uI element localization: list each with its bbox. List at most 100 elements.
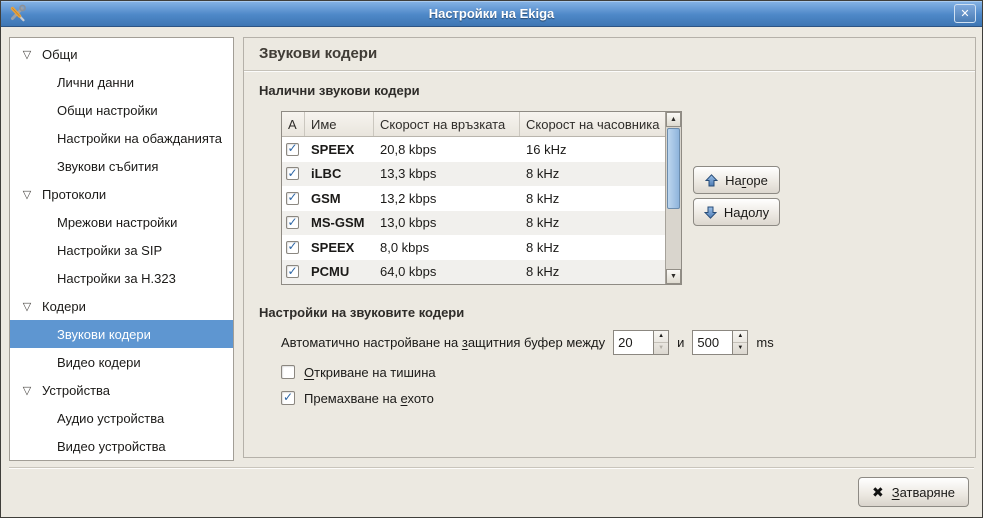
close-x-icon: ✖ — [872, 484, 884, 501]
column-header-bitrate[interactable]: Скорост на връзката — [374, 112, 520, 136]
check-icon: ✓ — [287, 265, 297, 277]
sidebar-item[interactable]: Видео кодери — [10, 348, 233, 376]
column-header-name[interactable]: Име — [305, 112, 374, 136]
spin-up-icon[interactable]: ▲ — [733, 331, 747, 343]
silence-detection-checkbox[interactable]: ✓ — [281, 365, 295, 379]
jitter-buffer-row: Автоматично настройване на защитния буфе… — [281, 329, 774, 355]
close-button[interactable]: ✖ Затваряне — [858, 477, 969, 507]
scrollbar-up-icon[interactable]: ▲ — [666, 112, 681, 127]
sidebar-item-label: Кодери — [42, 299, 86, 314]
codec-clockrate: 8 kHz — [520, 264, 665, 279]
page-title: Звукови кодери — [244, 38, 975, 71]
sidebar-item[interactable]: Видео устройства — [10, 432, 233, 460]
table-scrollbar[interactable]: ▲ ▼ — [665, 112, 681, 284]
column-header-active[interactable]: А — [282, 112, 305, 136]
sidebar-item-label: Протоколи — [42, 187, 106, 202]
codec-name: iLBC — [305, 166, 374, 181]
sidebar-item-label: Лични данни — [57, 75, 134, 90]
jitter-buffer-label: Автоматично настройване на защитния буфе… — [281, 335, 605, 350]
sidebar-tree: ▽ Общи Лични данни Общи настройки Настро… — [9, 37, 234, 461]
expander-triangle-icon[interactable]: ▽ — [20, 188, 34, 201]
codec-enabled-checkbox[interactable]: ✓ — [286, 265, 299, 278]
codec-bitrate: 20,8 kbps — [374, 142, 520, 157]
codec-bitrate: 64,0 kbps — [374, 264, 520, 279]
sidebar-item-label: Настройки за H.323 — [57, 271, 176, 286]
sidebar-item[interactable]: Общи настройки — [10, 96, 233, 124]
check-icon: ✓ — [287, 143, 297, 155]
sidebar-item[interactable]: ▽ Общи — [10, 40, 233, 68]
table-row[interactable]: ✓ MS-GSM 13,0 kbps 8 kHz — [282, 211, 665, 236]
expander-triangle-icon[interactable]: ▽ — [20, 48, 34, 61]
codec-name: MS-GSM — [305, 215, 374, 230]
jitter-min-value[interactable]: 20 — [614, 331, 653, 354]
sidebar-item[interactable]: Лични данни — [10, 68, 233, 96]
sidebar-item[interactable]: Мрежови настройки — [10, 208, 233, 236]
codec-bitrate: 8,0 kbps — [374, 240, 520, 255]
spin-up-icon[interactable]: ▲ — [654, 331, 668, 343]
table-body: ✓ SPEEX 20,8 kbps 16 kHz ✓ iLBC 13,3 kbp… — [282, 137, 665, 284]
sidebar-item[interactable]: Звукови събития — [10, 152, 233, 180]
move-down-button[interactable]: Надолу — [693, 198, 780, 226]
column-header-clockrate[interactable]: Скорост на часовника — [520, 112, 665, 136]
check-icon: ✓ — [287, 192, 297, 204]
scrollbar-down-icon[interactable]: ▼ — [666, 269, 681, 284]
check-icon: ✓ — [283, 391, 293, 403]
check-icon: ✓ — [287, 216, 297, 228]
scrollbar-thumb[interactable] — [667, 128, 680, 209]
sidebar-item-label: Видео устройства — [57, 439, 166, 454]
jitter-max-spinbox[interactable]: 500 ▲ ▼ — [692, 330, 748, 355]
sidebar-item-label: Общи настройки — [57, 103, 158, 118]
codec-enabled-checkbox[interactable]: ✓ — [286, 241, 299, 254]
codec-enabled-checkbox[interactable]: ✓ — [286, 192, 299, 205]
table-row[interactable]: ✓ SPEEX 8,0 kbps 8 kHz — [282, 235, 665, 260]
spin-down-icon[interactable]: ▼ — [654, 343, 668, 354]
sidebar-item[interactable]: ▽ Протоколи — [10, 180, 233, 208]
sidebar-item[interactable]: ▽ Кодери — [10, 292, 233, 320]
codec-enabled-checkbox[interactable]: ✓ — [286, 143, 299, 156]
spin-down-icon[interactable]: ▼ — [733, 343, 747, 354]
sidebar-item-label: Звукови кодери — [57, 327, 151, 342]
table-row[interactable]: ✓ GSM 13,2 kbps 8 kHz — [282, 186, 665, 211]
available-codecs-heading: Налични звукови кодери — [259, 83, 420, 98]
sidebar-item[interactable]: Настройки на обажданията — [10, 124, 233, 152]
sidebar-item-label: Звукови събития — [57, 159, 158, 174]
sidebar-item[interactable]: Звукови кодери — [10, 320, 233, 348]
jitter-max-value[interactable]: 500 — [693, 331, 732, 354]
codec-bitrate: 13,3 kbps — [374, 166, 520, 181]
check-icon: ✓ — [287, 167, 297, 179]
footer-separator — [9, 467, 974, 469]
codec-name: GSM — [305, 191, 374, 206]
codec-enabled-checkbox[interactable]: ✓ — [286, 167, 299, 180]
move-up-button[interactable]: Нагоре — [693, 166, 780, 194]
check-icon: ✓ — [287, 241, 297, 253]
up-arrow-icon — [705, 174, 718, 187]
move-up-label: Нагоре — [725, 173, 768, 188]
window-close-button[interactable]: ✕ — [954, 4, 976, 23]
codec-bitrate: 13,0 kbps — [374, 215, 520, 230]
codec-clockrate: 8 kHz — [520, 166, 665, 181]
codec-table: А Име Скорост на връзката Скорост на час… — [281, 111, 682, 285]
jitter-min-spinbox[interactable]: 20 ▲ ▼ — [613, 330, 669, 355]
echo-cancellation-option[interactable]: ✓ Премахване на ехото — [281, 389, 434, 407]
codec-name: PCMU — [305, 264, 374, 279]
table-row[interactable]: ✓ iLBC 13,3 kbps 8 kHz — [282, 162, 665, 187]
silence-detection-option[interactable]: ✓ Откриване на тишина — [281, 363, 436, 381]
sidebar-item[interactable]: Настройки за H.323 — [10, 264, 233, 292]
sidebar-item-label: Настройки за SIP — [57, 243, 162, 258]
codec-enabled-checkbox[interactable]: ✓ — [286, 216, 299, 229]
scrollbar-track[interactable] — [666, 210, 681, 269]
expander-triangle-icon[interactable]: ▽ — [20, 300, 34, 313]
codec-clockrate: 8 kHz — [520, 240, 665, 255]
echo-cancellation-checkbox[interactable]: ✓ — [281, 391, 295, 405]
table-row[interactable]: ✓ PCMU 64,0 kbps 8 kHz — [282, 260, 665, 285]
titlebar[interactable]: Настройки на Ekiga ✕ — [1, 1, 982, 27]
tools-icon — [8, 4, 27, 23]
table-row[interactable]: ✓ SPEEX 20,8 kbps 16 kHz — [282, 137, 665, 162]
close-button-label: Затваряне — [892, 485, 955, 500]
down-arrow-icon — [704, 206, 717, 219]
codec-settings-heading: Настройки на звуковите кодери — [259, 305, 464, 320]
sidebar-item[interactable]: Настройки за SIP — [10, 236, 233, 264]
sidebar-item[interactable]: Аудио устройства — [10, 404, 233, 432]
sidebar-item[interactable]: ▽ Устройства — [10, 376, 233, 404]
expander-triangle-icon[interactable]: ▽ — [20, 384, 34, 397]
